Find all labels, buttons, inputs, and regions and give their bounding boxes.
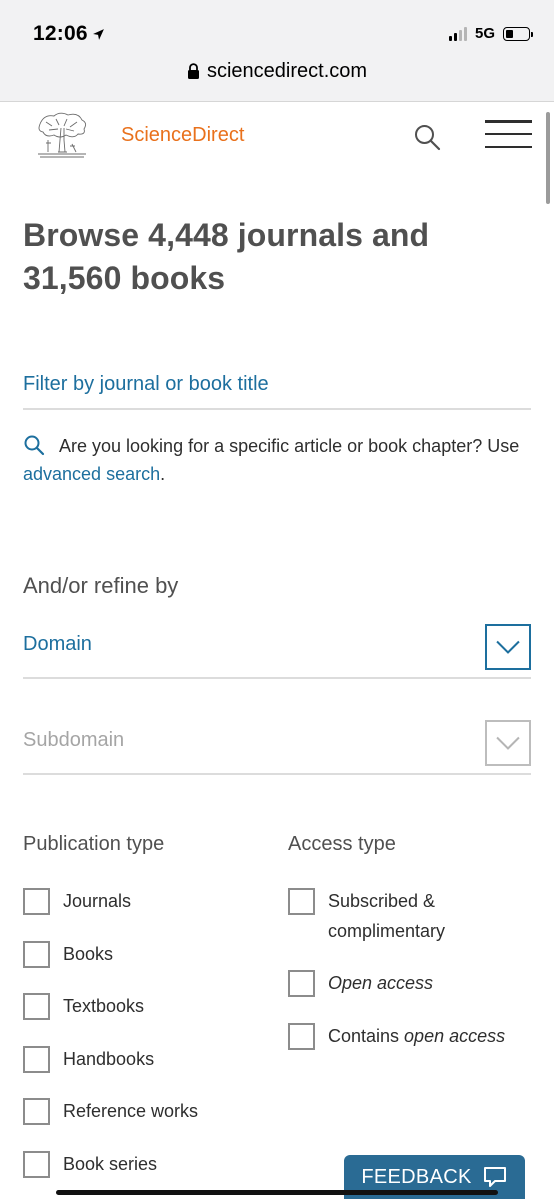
- page-scrollbar[interactable]: [546, 112, 550, 204]
- search-icon: [24, 435, 45, 456]
- checkbox[interactable]: [288, 1023, 315, 1050]
- checkbox-textbooks[interactable]: Textbooks: [23, 991, 198, 1044]
- search-icon[interactable]: [412, 122, 442, 152]
- access-type-heading: Access type: [288, 833, 396, 855]
- access-type-list: Subscribed & complimentary Open access C…: [288, 886, 538, 1073]
- checkbox[interactable]: [23, 1098, 50, 1126]
- location-arrow-icon: [92, 28, 104, 40]
- publication-type-list: Journals Books Textbooks Handbooks Refer…: [23, 886, 198, 1200]
- status-indicators: 5G: [448, 25, 533, 42]
- chat-bubble-icon: [483, 1167, 506, 1187]
- page-title: Browse 4,448 journals and 31,560 books: [23, 217, 430, 296]
- checkbox[interactable]: [23, 940, 50, 968]
- home-indicator: [56, 1190, 498, 1195]
- hint-text: Are you looking for a specific article o…: [59, 436, 520, 456]
- browser-chrome: 12:06 5G sciencedirect.com: [0, 0, 554, 102]
- status-time: 12:06: [33, 22, 105, 46]
- battery-icon: [503, 26, 533, 41]
- chevron-down-icon: [496, 640, 520, 654]
- domain-select[interactable]: Domain: [23, 624, 531, 679]
- checkbox-handbooks[interactable]: Handbooks: [23, 1044, 198, 1097]
- checkbox[interactable]: [23, 888, 50, 915]
- subdomain-label: Subdomain: [23, 729, 125, 751]
- checkbox[interactable]: [23, 993, 50, 1021]
- checkbox[interactable]: [23, 1045, 50, 1073]
- signal-icon: [448, 26, 467, 41]
- refine-label: And/or refine by: [23, 573, 179, 598]
- site-header: ScienceDirect: [0, 102, 554, 168]
- subdomain-dropdown-button[interactable]: [485, 720, 531, 766]
- subdomain-select[interactable]: Subdomain: [23, 720, 531, 775]
- checkbox-books[interactable]: Books: [23, 939, 198, 992]
- domain-label: Domain: [23, 633, 92, 655]
- checkbox-journals[interactable]: Journals: [23, 886, 198, 939]
- domain-dropdown-button[interactable]: [485, 624, 531, 670]
- chevron-down-icon: [496, 736, 520, 750]
- checkbox-reference-works[interactable]: Reference works: [23, 1096, 198, 1149]
- lock-icon: [187, 63, 199, 79]
- network-label: 5G: [474, 25, 495, 42]
- checkbox[interactable]: [23, 1150, 50, 1178]
- checkbox[interactable]: [288, 970, 315, 997]
- feedback-label: FEEDBACK: [361, 1165, 472, 1188]
- menu-icon[interactable]: [485, 120, 532, 148]
- hint-end: .: [160, 464, 166, 484]
- advanced-search-hint: Are you looking for a specific article o…: [23, 432, 543, 488]
- url-text: sciencedirect.com: [206, 60, 368, 82]
- elsevier-tree-logo-icon[interactable]: [34, 110, 90, 160]
- checkbox[interactable]: [288, 888, 315, 915]
- brand-name[interactable]: ScienceDirect: [121, 124, 244, 147]
- checkbox-contains-open-access[interactable]: Contains open access: [288, 1021, 538, 1051]
- address-bar[interactable]: sciencedirect.com: [0, 60, 554, 83]
- publication-type-heading: Publication type: [23, 833, 165, 855]
- filter-title-input[interactable]: [23, 360, 531, 410]
- advanced-search-link[interactable]: advanced search: [23, 464, 160, 484]
- checkbox-subscribed-complimentary[interactable]: Subscribed & complimentary: [288, 886, 538, 946]
- checkbox-open-access[interactable]: Open access: [288, 968, 538, 998]
